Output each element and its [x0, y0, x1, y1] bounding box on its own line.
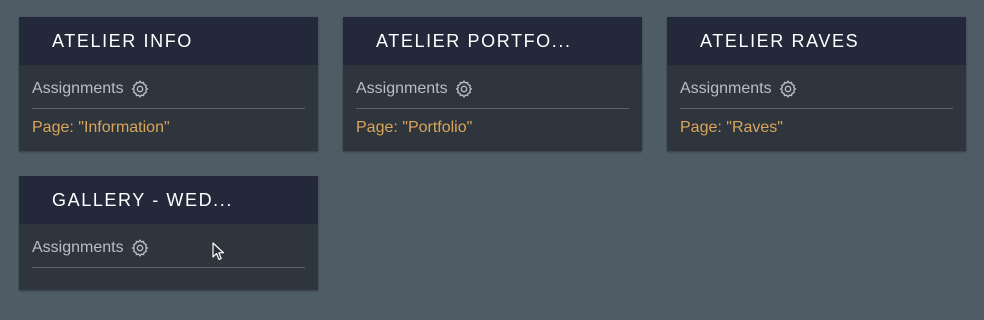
- widget-card-gallery-wedding[interactable]: GALLERY - WED... Assignments: [19, 176, 318, 290]
- assignments-label: Assignments: [356, 79, 448, 97]
- page-assignment-text: Page: "Portfolio": [356, 118, 473, 136]
- mouse-pointer-icon: [212, 242, 226, 262]
- gear-icon[interactable]: [130, 79, 150, 99]
- card-body: Assignments Page: "Portfolio": [343, 65, 642, 146]
- card-header[interactable]: ATELIER PORTFO...: [343, 17, 642, 65]
- page-assignment-row: Page: "Information": [32, 109, 305, 146]
- card-body: Assignments Page: "Information": [19, 65, 318, 146]
- card-title: ATELIER INFO: [52, 30, 193, 51]
- assignments-row: Assignments: [32, 224, 305, 268]
- gear-icon[interactable]: [454, 79, 474, 99]
- card-header[interactable]: ATELIER INFO: [19, 17, 318, 65]
- page-assignment-row: Page: "Raves": [680, 109, 953, 146]
- gear-icon[interactable]: [130, 238, 150, 258]
- assignments-row: Assignments: [32, 65, 305, 109]
- card-body: Assignments: [19, 224, 318, 268]
- card-header[interactable]: GALLERY - WED...: [19, 176, 318, 224]
- card-header[interactable]: ATELIER RAVES: [667, 17, 966, 65]
- widget-card-atelier-info[interactable]: ATELIER INFO Assignments Page: "Informat…: [19, 17, 318, 151]
- assignments-row: Assignments: [680, 65, 953, 109]
- gear-icon[interactable]: [778, 79, 798, 99]
- assignments-label: Assignments: [32, 79, 124, 97]
- widget-card-atelier-portfolio[interactable]: ATELIER PORTFO... Assignments Page: "Por…: [343, 17, 642, 151]
- assignments-label: Assignments: [680, 79, 772, 97]
- assignments-label: Assignments: [32, 238, 124, 256]
- card-title: ATELIER RAVES: [700, 30, 860, 51]
- card-title: ATELIER PORTFO...: [376, 30, 572, 51]
- card-title: GALLERY - WED...: [52, 189, 233, 210]
- card-body: Assignments Page: "Raves": [667, 65, 966, 146]
- page-assignment-row: Page: "Portfolio": [356, 109, 629, 146]
- page-assignment-text: Page: "Information": [32, 118, 170, 136]
- assignments-row: Assignments: [356, 65, 629, 109]
- page-assignment-text: Page: "Raves": [680, 118, 783, 136]
- widget-card-atelier-raves[interactable]: ATELIER RAVES Assignments Page: "Raves": [667, 17, 966, 151]
